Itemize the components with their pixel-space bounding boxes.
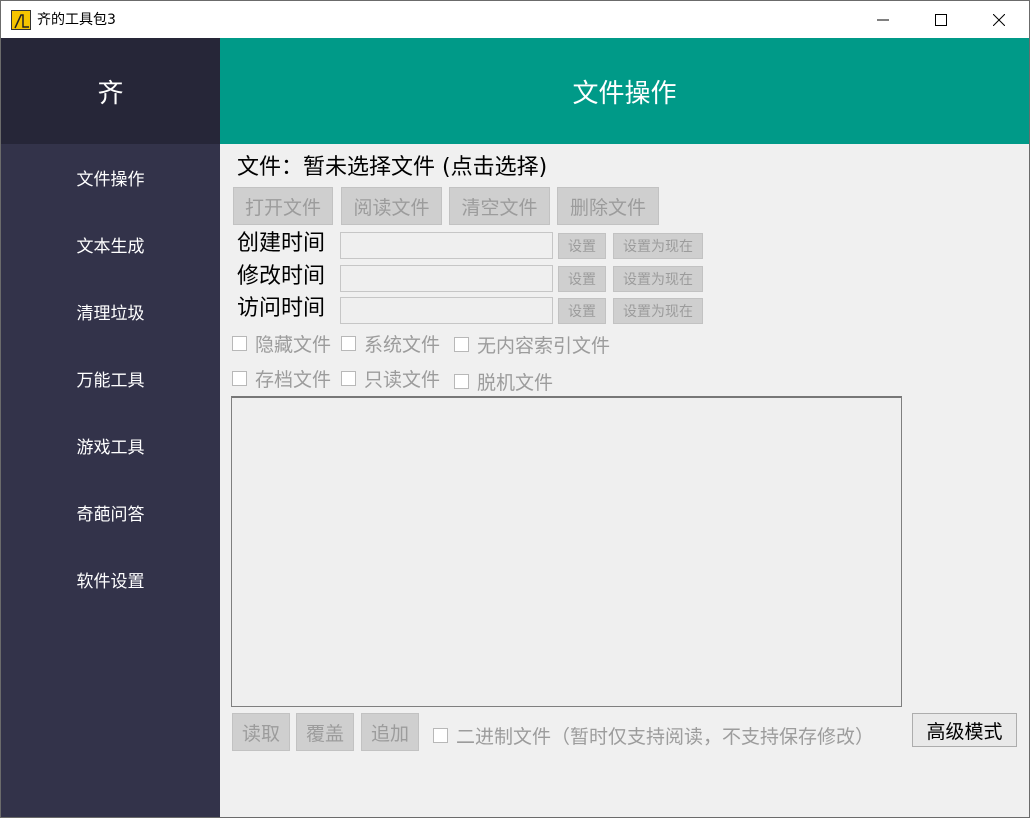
page-title: 文件操作 [220, 38, 1029, 144]
app-window: 齐的工具包3 齐 文件操作 文本生成 清理垃圾 万能工具 游戏工具 奇葩问答 软… [0, 0, 1030, 818]
offline-file-checkbox[interactable] [454, 374, 469, 389]
sidebar-item-cleanup[interactable]: 清理垃圾 [1, 278, 220, 345]
maximize-button[interactable] [912, 1, 970, 38]
accessed-time-input[interactable] [340, 297, 553, 324]
system-file-checkbox[interactable] [341, 336, 356, 351]
not-indexed-checkbox[interactable] [454, 337, 469, 352]
accessed-time-set-now-button[interactable]: 设置为现在 [613, 298, 703, 324]
file-content-textarea[interactable] [231, 396, 902, 707]
created-time-set-button[interactable]: 设置 [558, 233, 606, 259]
title-bar[interactable]: 齐的工具包3 [1, 1, 1029, 38]
modified-time-set-now-button[interactable]: 设置为现在 [613, 266, 703, 292]
created-time-set-now-button[interactable]: 设置为现在 [613, 233, 703, 259]
maximize-icon [935, 13, 947, 26]
sidebar-header: 齐 [1, 38, 220, 144]
archive-file-checkbox-row[interactable]: 存档文件 [232, 365, 331, 392]
file-select-label[interactable]: 文件：暂未选择文件 (点击选择) [237, 153, 547, 183]
app-logo-icon [11, 10, 31, 30]
accessed-time-label: 访问时间 [237, 296, 326, 321]
sidebar-item-odd-qa[interactable]: 奇葩问答 [1, 479, 220, 546]
binary-file-checkbox-row[interactable]: 二进制文件（暂时仅支持阅读，不支持保存修改） [433, 722, 874, 749]
readonly-file-label: 只读文件 [364, 369, 441, 391]
modified-time-label: 修改时间 [237, 264, 326, 289]
delete-file-button[interactable]: 删除文件 [557, 187, 659, 225]
modified-time-set-button[interactable]: 设置 [558, 266, 606, 292]
readonly-file-checkbox[interactable] [341, 371, 356, 386]
not-indexed-checkbox-row[interactable]: 无内容索引文件 [454, 331, 610, 358]
system-file-label: 系统文件 [364, 334, 441, 356]
offline-file-checkbox-row[interactable]: 脱机文件 [454, 368, 553, 395]
binary-file-checkbox[interactable] [433, 728, 448, 743]
readonly-file-checkbox-row[interactable]: 只读文件 [341, 365, 440, 392]
created-time-label: 创建时间 [237, 231, 326, 256]
minimize-icon [877, 19, 889, 20]
append-button[interactable]: 追加 [361, 713, 419, 751]
close-icon [993, 13, 1005, 26]
sidebar-item-universal-tools[interactable]: 万能工具 [1, 345, 220, 412]
read-button[interactable]: 读取 [232, 713, 290, 751]
clear-file-button[interactable]: 清空文件 [449, 187, 550, 225]
archive-file-checkbox[interactable] [232, 371, 247, 386]
sidebar-item-settings[interactable]: 软件设置 [1, 546, 220, 613]
accessed-time-set-button[interactable]: 设置 [558, 298, 606, 324]
sidebar-item-text-gen[interactable]: 文本生成 [1, 211, 220, 278]
advanced-mode-button[interactable]: 高级模式 [912, 713, 1017, 747]
sidebar-item-file-ops[interactable]: 文件操作 [1, 144, 220, 211]
overwrite-button[interactable]: 覆盖 [296, 713, 354, 751]
sidebar: 齐 文件操作 文本生成 清理垃圾 万能工具 游戏工具 奇葩问答 软件设置 [1, 38, 220, 817]
sidebar-item-game-tools[interactable]: 游戏工具 [1, 412, 220, 479]
created-time-input[interactable] [340, 232, 553, 259]
window-title: 齐的工具包3 [37, 12, 116, 28]
open-file-button[interactable]: 打开文件 [233, 187, 333, 225]
hidden-file-checkbox[interactable] [232, 336, 247, 351]
modified-time-input[interactable] [340, 265, 553, 292]
minimize-button[interactable] [854, 1, 912, 38]
binary-file-label: 二进制文件（暂时仅支持阅读，不支持保存修改） [456, 726, 875, 748]
offline-file-label: 脱机文件 [477, 372, 554, 394]
system-file-checkbox-row[interactable]: 系统文件 [341, 330, 440, 357]
hidden-file-label: 隐藏文件 [255, 334, 332, 356]
hidden-file-checkbox-row[interactable]: 隐藏文件 [232, 330, 331, 357]
close-button[interactable] [970, 1, 1028, 38]
archive-file-label: 存档文件 [255, 369, 332, 391]
read-file-button[interactable]: 阅读文件 [341, 187, 442, 225]
not-indexed-label: 无内容索引文件 [477, 335, 611, 357]
